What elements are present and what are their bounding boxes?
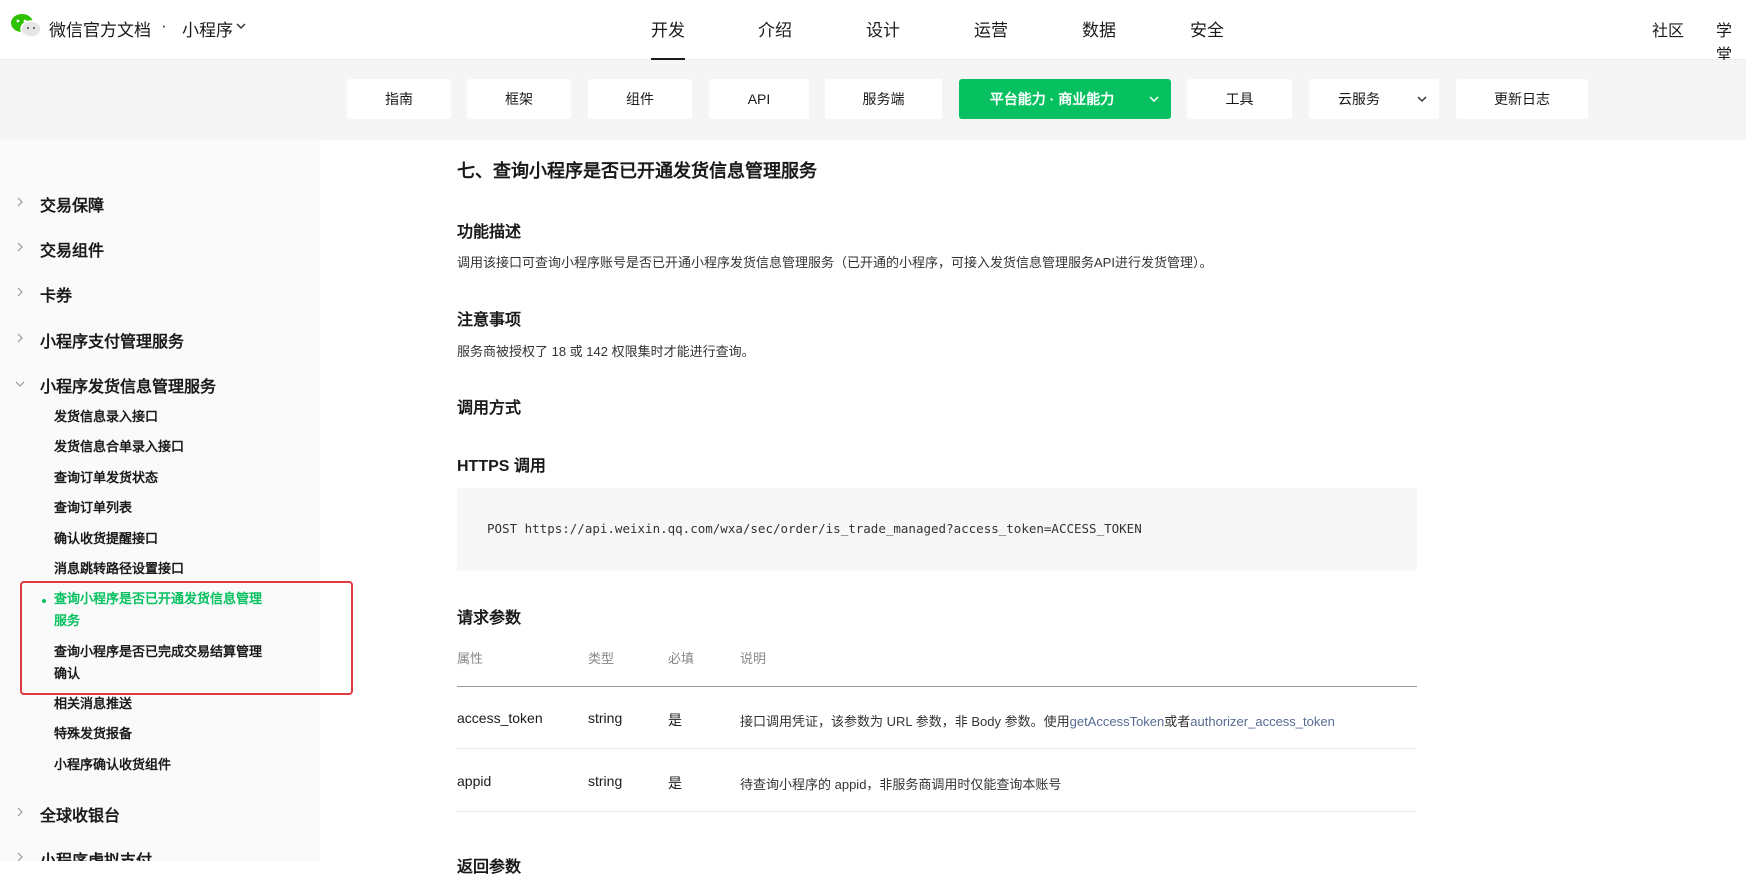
table-header-required: 必填: [668, 651, 695, 666]
table-header-type: 类型: [588, 651, 615, 666]
tab-tools[interactable]: 工具: [1187, 79, 1292, 119]
chevron-right-icon: [17, 242, 23, 252]
chevron-down-icon: [1149, 96, 1159, 103]
sidebar-item-confirm-receipt-component[interactable]: 小程序确认收货组件: [54, 754, 171, 776]
sub-nav: 指南 框架 组件 API 服务端 平台能力 · 商业能力 工具 云服务 更新日志: [0, 60, 1746, 140]
sidebar-item-query-order-status[interactable]: 查询订单发货状态: [54, 467, 158, 489]
table-row-type: string: [588, 710, 623, 726]
nav-develop[interactable]: 开发: [651, 16, 685, 60]
section-heading-call-method: 调用方式: [457, 400, 522, 417]
product-switcher[interactable]: 小程序: [182, 16, 233, 41]
table-row-required: 是: [668, 775, 682, 791]
link-get-access-token[interactable]: getAccessToken: [1070, 714, 1165, 729]
sidebar-item-jump-path-setting[interactable]: 消息跳转路径设置接口: [54, 558, 184, 580]
brand-title[interactable]: 微信官方文档: [49, 16, 151, 41]
chevron-down-icon: [15, 381, 25, 387]
code-text[interactable]: POST https://api.weixin.qq.com/wxa/sec/o…: [487, 521, 1142, 536]
tab-cloud-service[interactable]: 云服务: [1309, 79, 1439, 119]
tab-api[interactable]: API: [709, 79, 809, 119]
chevron-right-icon: [17, 197, 23, 207]
chevron-right-icon: [17, 852, 23, 861]
tab-platform-capability[interactable]: 平台能力 · 商业能力: [959, 79, 1171, 119]
sidebar-item-shipping-upload[interactable]: 发货信息录入接口: [54, 406, 158, 428]
table-row-required: 是: [668, 712, 682, 728]
notice-text: 服务商被授权了 18 或 142 权限集时才能进行查询。: [457, 344, 755, 359]
table-row-description: 待查询小程序的 appid，非服务商调用时仅能查询本账号: [740, 777, 1062, 792]
nav-intro[interactable]: 介绍: [758, 16, 792, 41]
link-community[interactable]: 社区: [1652, 17, 1684, 41]
section-heading-https: HTTPS 调用: [457, 458, 546, 475]
section-heading-request-params: 请求参数: [457, 610, 522, 627]
chevron-down-icon[interactable]: [236, 21, 246, 31]
sidebar-group-label: 全球收银台: [40, 808, 121, 825]
link-authorizer-access-token[interactable]: authorizer_access_token: [1190, 714, 1335, 729]
code-block: POST https://api.weixin.qq.com/wxa/sec/o…: [457, 488, 1417, 571]
sidebar: 交易保障 交易组件 卡券 小程序支付管理服务 小程序发货信息管理服务 发货信息录…: [0, 140, 320, 861]
nav-design[interactable]: 设计: [866, 16, 900, 41]
sidebar-item-query-order-list[interactable]: 查询订单列表: [54, 497, 132, 519]
description-text: 调用该接口可查询小程序账号是否已开通小程序发货信息管理服务（已开通的小程序，可接…: [457, 255, 1213, 270]
sidebar-item-combined-shipping-upload[interactable]: 发货信息合单录入接口: [54, 436, 184, 458]
page-title: 七、查询小程序是否已开通发货信息管理服务: [457, 161, 817, 181]
table-divider: [457, 748, 1417, 749]
chevron-right-icon: [17, 807, 23, 817]
table-row-description: 接口调用凭证，该参数为 URL 参数，非 Body 参数。使用getAccess…: [740, 711, 1335, 730]
sidebar-group-label: 小程序支付管理服务: [40, 334, 185, 351]
highlight-annotation-box: [20, 581, 353, 695]
top-nav: 微信官方文档 · 小程序 开发 介绍 设计 运营 数据 安全 社区 学堂: [0, 0, 1746, 64]
table-divider: [457, 686, 1417, 687]
description-text: 接口调用凭证，该参数为 URL 参数，非 Body 参数。使用: [740, 714, 1070, 729]
chevron-right-icon: [17, 287, 23, 297]
table-row-name: appid: [457, 773, 492, 789]
section-heading-description: 功能描述: [457, 224, 522, 241]
sidebar-item-special-shipping[interactable]: 特殊发货报备: [54, 723, 132, 745]
tab-guide[interactable]: 指南: [347, 79, 451, 119]
brand-separator: ·: [161, 16, 167, 35]
chevron-down-icon: [1417, 96, 1427, 103]
sidebar-group-label: 交易组件: [40, 243, 105, 260]
sidebar-item-message-push[interactable]: 相关消息推送: [54, 693, 132, 715]
tab-components[interactable]: 组件: [588, 79, 692, 119]
table-header-name: 属性: [457, 651, 484, 666]
table-divider: [457, 811, 1417, 812]
table-row-type: string: [588, 773, 623, 789]
nav-security[interactable]: 安全: [1190, 16, 1224, 41]
chevron-right-icon: [17, 333, 23, 343]
wechat-logo-icon[interactable]: [10, 12, 42, 40]
sidebar-item-confirm-receipt-reminder[interactable]: 确认收货提醒接口: [54, 528, 158, 550]
sidebar-group-label: 小程序虚拟支付: [40, 847, 152, 861]
sidebar-group-label: 交易保障: [40, 198, 105, 215]
table-header-description: 说明: [740, 651, 767, 666]
tab-cloud-service-label: 云服务: [1338, 91, 1380, 107]
nav-data[interactable]: 数据: [1082, 16, 1116, 41]
nav-operation[interactable]: 运营: [974, 16, 1008, 41]
tab-changelog[interactable]: 更新日志: [1456, 79, 1588, 119]
section-heading-return-params: 返回参数: [457, 859, 522, 876]
tab-platform-capability-label: 平台能力 · 商业能力: [989, 91, 1115, 107]
section-heading-notice: 注意事项: [457, 312, 522, 329]
sidebar-group-label: 小程序发货信息管理服务: [40, 379, 217, 396]
description-text: 或者: [1164, 714, 1191, 729]
sidebar-group-label: 卡券: [40, 288, 73, 305]
link-academy[interactable]: 学堂: [1716, 17, 1746, 65]
tab-server[interactable]: 服务端: [825, 79, 942, 119]
tab-framework[interactable]: 框架: [467, 79, 571, 119]
table-row-name: access_token: [457, 710, 543, 726]
